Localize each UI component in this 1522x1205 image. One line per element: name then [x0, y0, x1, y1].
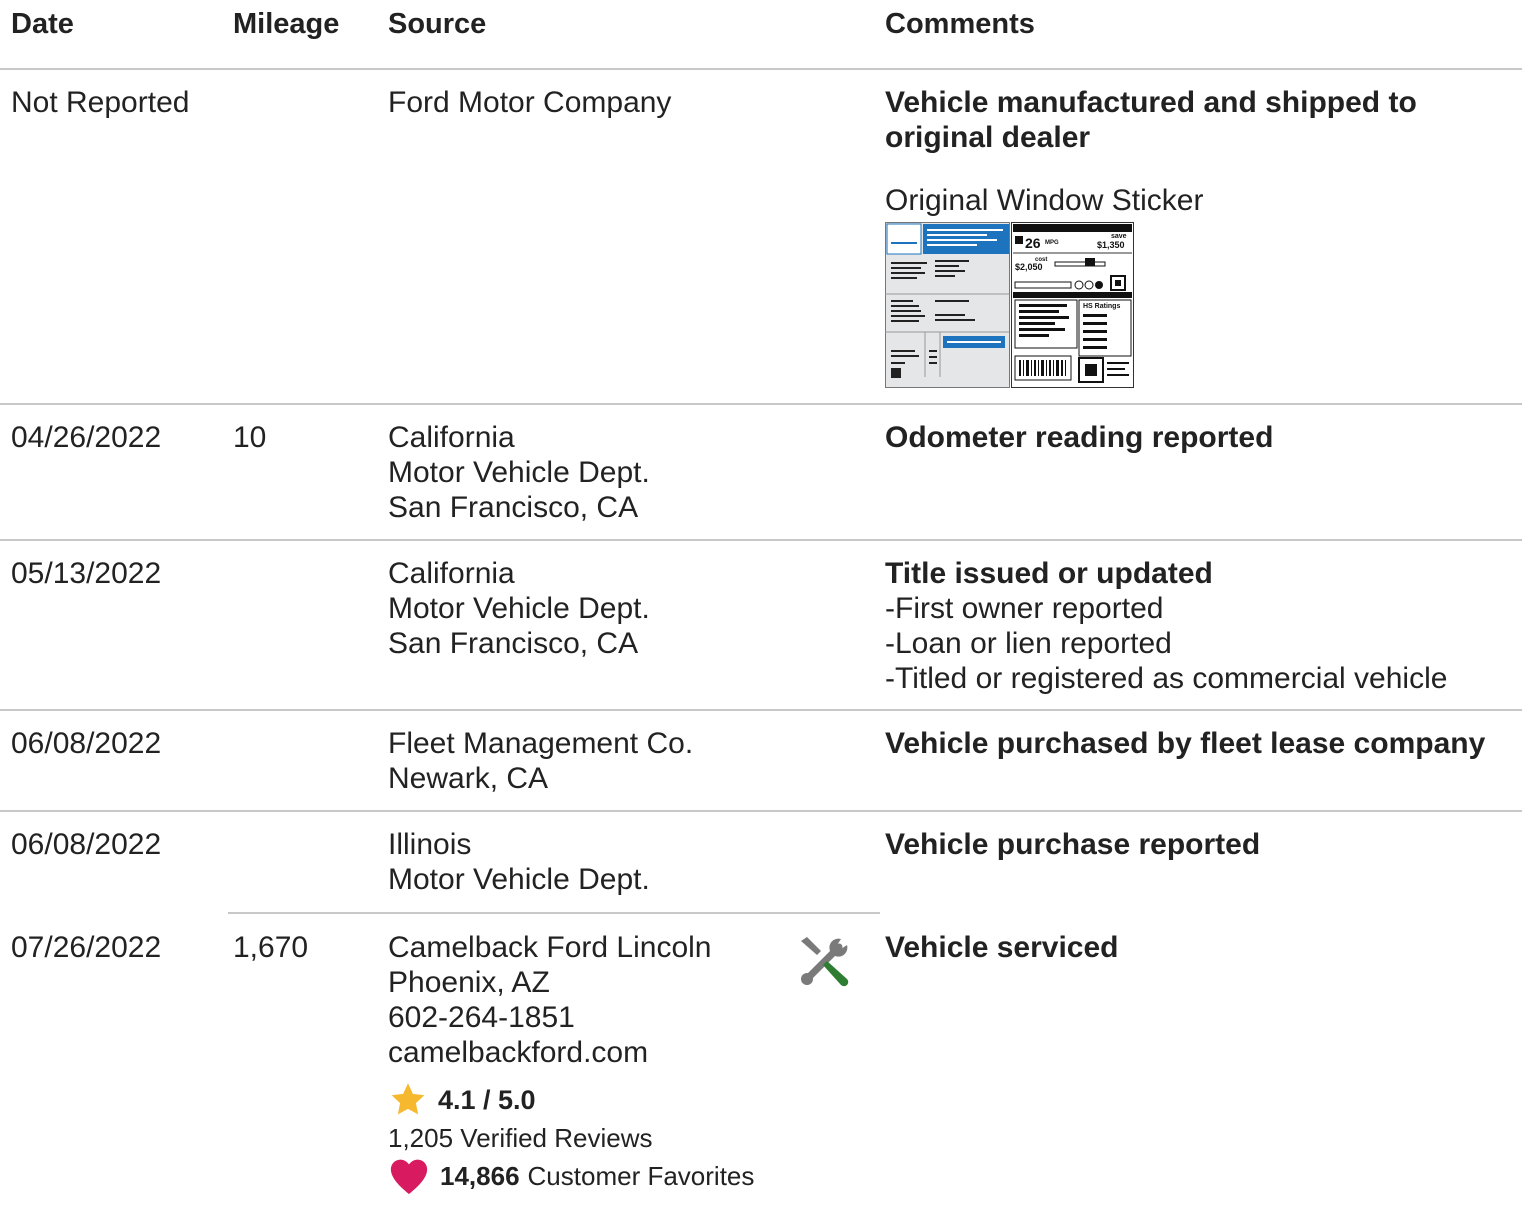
comment-bullet: -Loan or lien reported [885, 627, 1172, 660]
row-mileage: 10 [233, 421, 267, 454]
customer-favorites: 14,866 Customer Favorites [388, 1156, 754, 1196]
source-line: Motor Vehicle Dept. [388, 863, 650, 896]
service-tools-icon [801, 937, 849, 987]
table-row: 04/26/2022 10 California Motor Vehicle D… [0, 405, 1522, 541]
comment-bullet: -First owner reported [885, 592, 1164, 625]
comment-title: Vehicle serviced [885, 931, 1119, 964]
comment-title: Vehicle manufactured and shipped to [885, 86, 1417, 119]
dealer-website-link[interactable]: camelbackford.com [388, 1035, 754, 1070]
heart-icon [390, 1159, 428, 1195]
row-date: 06/08/2022 [11, 828, 162, 861]
favorites-label: Customer Favorites [527, 1160, 755, 1191]
table-row: 06/08/2022 Fleet Management Co. Newark, … [0, 711, 1522, 812]
header-date: Date [11, 8, 74, 40]
dealer-rating: 4.1 / 5.0 [388, 1080, 754, 1120]
table-row: Not Reported Ford Motor Company Vehicle … [0, 70, 1522, 405]
sticker-cost: $2,050 [1015, 262, 1043, 272]
row-date: Not Reported [11, 86, 190, 119]
source-line: California [388, 421, 515, 454]
window-sticker-link[interactable]: Original Window Sticker [885, 183, 1515, 218]
source-line: Newark, CA [388, 762, 549, 795]
row-date: 07/26/2022 [11, 931, 162, 964]
row-source: Ford Motor Company [388, 85, 671, 120]
sticker-mpg: 26 [1025, 235, 1041, 251]
header-mileage: Mileage [233, 8, 340, 40]
row-source: California Motor Vehicle Dept. San Franc… [388, 556, 650, 661]
header-source: Source [388, 8, 487, 40]
table-row: 07/26/2022 1,670 Camelback Ford Lincoln … [0, 915, 1522, 1205]
source-line: Motor Vehicle Dept. [388, 456, 650, 489]
verified-reviews-link[interactable]: 1,205 Verified Reviews [388, 1120, 754, 1156]
rating-score: 4.1 / 5.0 [438, 1084, 536, 1115]
source-line: San Francisco, CA [388, 627, 639, 660]
source-line: California [388, 557, 515, 590]
row-source: Fleet Management Co. Newark, CA [388, 726, 693, 796]
source-line: Ford Motor Company [388, 86, 672, 119]
dealer-location: Phoenix, AZ [388, 966, 550, 999]
source-line: Fleet Management Co. [388, 727, 694, 760]
sticker-save-label: save [1111, 233, 1127, 240]
row-divider [228, 912, 880, 914]
window-sticker-thumbnail[interactable]: 26 MPG save $1,350 cost $2,050 HS Rating… [885, 222, 1135, 388]
source-line: San Francisco, CA [388, 491, 639, 524]
sticker-save: $1,350 [1097, 240, 1125, 250]
row-source: California Motor Vehicle Dept. San Franc… [388, 420, 650, 525]
comment-title: Odometer reading reported [885, 421, 1274, 454]
comment-bullet: -Titled or registered as commercial vehi… [885, 662, 1448, 695]
row-comments: Odometer reading reported [885, 420, 1515, 455]
sticker-ratings-label: HS Ratings [1083, 303, 1120, 310]
row-date: 04/26/2022 [11, 421, 162, 454]
comment-title: Vehicle purchase reported [885, 828, 1261, 861]
favorites-count: 14,866 [440, 1160, 520, 1191]
row-comments: Title issued or updated -First owner rep… [885, 556, 1515, 696]
row-date: 06/08/2022 [11, 727, 162, 760]
source-line: Illinois [388, 828, 472, 861]
comment-title: original dealer [885, 121, 1091, 154]
row-comments: Vehicle purchase reported [885, 827, 1515, 862]
dealer-name[interactable]: Camelback Ford Lincoln [388, 930, 754, 965]
header-comments: Comments [885, 8, 1035, 40]
dealer-phone[interactable]: 602-264-1851 [388, 1000, 754, 1035]
sticker-mpg-unit: MPG [1045, 240, 1059, 246]
table-row: 06/08/2022 Illinois Motor Vehicle Dept. … [0, 812, 1522, 913]
comment-title: Vehicle purchased by fleet lease company [885, 727, 1486, 760]
comment-title: Title issued or updated [885, 557, 1213, 590]
row-comments: Vehicle serviced [885, 930, 1515, 965]
row-mileage: 1,670 [233, 931, 309, 964]
row-comments: Vehicle purchased by fleet lease company [885, 726, 1515, 761]
row-source: Camelback Ford Lincoln Phoenix, AZ 602-2… [388, 930, 754, 1196]
source-line: Motor Vehicle Dept. [388, 592, 650, 625]
row-source: Illinois Motor Vehicle Dept. [388, 827, 650, 897]
row-comments: Vehicle manufactured and shipped to orig… [885, 85, 1515, 388]
star-icon [391, 1083, 425, 1115]
row-date: 05/13/2022 [11, 557, 162, 590]
table-header: Date Mileage Source Comments [0, 0, 1522, 70]
table-row: 05/13/2022 California Motor Vehicle Dept… [0, 541, 1522, 711]
